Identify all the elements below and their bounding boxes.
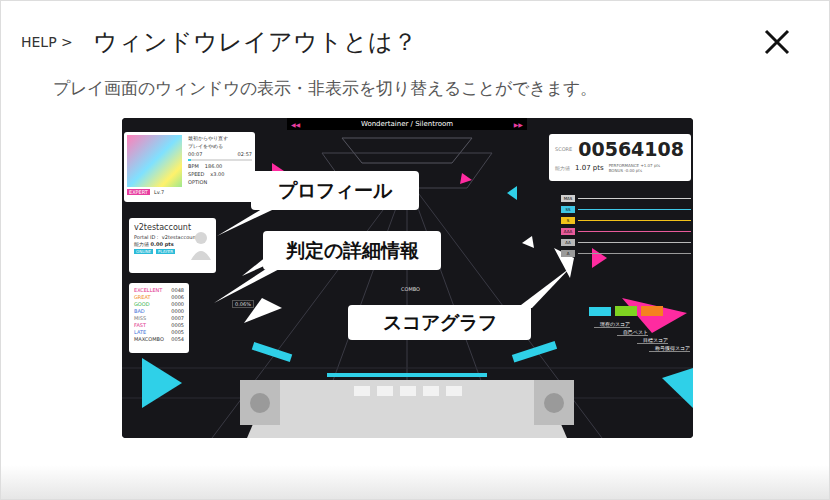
time-current: 00:07 <box>188 151 202 157</box>
rank-line: MAS <box>561 195 691 202</box>
close-icon <box>763 28 791 56</box>
song-title-bar: ◀◀ Wondertainer / Silentroom ▶▶ <box>287 118 527 130</box>
judgement-row: EXCELLENT0048 <box>134 287 184 293</box>
game-screenshot: ◀◀ Wondertainer / Silentroom ▶▶ EXPERT Lv.7 最… <box>122 118 693 438</box>
rating-value: 1.07 pts <box>575 164 604 172</box>
legend-item: 現在のスコア <box>594 321 630 328</box>
score-bar <box>589 307 611 316</box>
rank-line: SS <box>561 206 691 213</box>
legend-item: 自己ベスト <box>617 329 648 336</box>
time-total: 02:57 <box>238 151 252 157</box>
judgement-row: GOOD0000 <box>134 301 184 307</box>
judgement-row: MAXCOMBO0054 <box>134 336 184 342</box>
play-info-row: BPM186.00 <box>188 163 252 169</box>
play-info-row: SPEEDx3.00 <box>188 171 252 177</box>
help-header: HELP > ウィンドウレイアウトとは？ <box>1 1 829 61</box>
prev-arrows: ◀◀ <box>291 121 300 128</box>
score-bar <box>615 306 637 316</box>
rank-line: AAA <box>561 228 691 235</box>
help-dialog: HELP > ウィンドウレイアウトとは？ プレイ画面のウィンドウの表示・非表示を切り… <box>0 0 830 500</box>
play-panel: EXPERT Lv.7 最初からやり直すプレイをやめる 00:07 02:57 BPM18… <box>124 132 255 202</box>
score-bar <box>641 306 663 316</box>
judgement-row: MISS0007 <box>134 315 184 321</box>
rank-line: S <box>561 217 691 224</box>
avatar-icon <box>190 230 212 260</box>
profile-name: v2testaccount <box>134 223 211 232</box>
song-title: Wondertainer / Silentroom <box>361 120 453 128</box>
rank-line: A <box>561 250 691 257</box>
combo-label: COMBO <box>401 286 420 292</box>
time-progress <box>188 159 252 161</box>
jacket-image <box>127 135 182 187</box>
score-label: SCORE <box>555 146 572 152</box>
score-graph <box>589 300 689 316</box>
callout-label: プロフィール <box>251 171 419 210</box>
legend-item: 称号獲得スコア <box>649 345 690 352</box>
score-panel: SCORE 00564108 能力値 1.07 pts PERFORMANCE +1.0… <box>549 134 691 181</box>
help-description: プレイ画面のウィンドウの表示・非表示を切り替えることができます。 <box>53 77 829 100</box>
callout-label: 判定の詳細情報 <box>263 231 441 270</box>
help-title: ウィンドウレイアウトとは？ <box>93 26 761 58</box>
next-arrows: ▶▶ <box>514 121 523 128</box>
score-detail: BONUS -0.00 pts <box>609 168 660 173</box>
close-button[interactable] <box>761 26 793 58</box>
judgement-row: GREAT0006 <box>134 294 184 300</box>
profile-badge: ONLINE <box>134 249 153 254</box>
accuracy-readout: 0.06% <box>232 300 254 308</box>
play-menu-item[interactable]: プレイをやめる <box>188 143 252 149</box>
score-graph-legend: 現在のスコア自己ベスト目標スコア称号獲得スコア <box>562 321 690 352</box>
callout-label: スコアグラフ <box>348 305 531 340</box>
rank-line: AA <box>561 239 691 246</box>
rank-lines: MASSSSAAAAAA <box>561 195 691 257</box>
legend-item: 目標スコア <box>637 337 668 344</box>
judgement-card: EXCELLENT0048GREAT0006GOOD0000BAD0000MIS… <box>129 283 189 353</box>
judgement-row: LATE0005 <box>134 329 184 335</box>
play-menu-item[interactable]: 最初からやり直す <box>188 135 252 141</box>
judgement-row: BAD0000 <box>134 308 184 314</box>
callout-pointer-icon <box>122 118 693 438</box>
play-info-row: OPTION <box>188 179 252 185</box>
screenshot-area: ◀◀ Wondertainer / Silentroom ▶▶ EXPERT Lv.7 最… <box>1 100 829 465</box>
profile-card: v2testaccountPortal ID： v2testaccount能力値… <box>129 218 216 273</box>
footer-fade <box>1 465 829 499</box>
score-detail: PERFORMANCE +1.07 pts <box>609 163 660 168</box>
judgement-row: FAST0005 <box>134 322 184 328</box>
breadcrumb[interactable]: HELP > <box>21 34 73 50</box>
score-value: 00564108 <box>578 138 684 160</box>
profile-badge: PLAYER <box>156 249 175 254</box>
difficulty-badge: EXPERT <box>127 189 150 195</box>
level-label: Lv.7 <box>154 189 164 195</box>
rating-label: 能力値 <box>555 165 570 171</box>
